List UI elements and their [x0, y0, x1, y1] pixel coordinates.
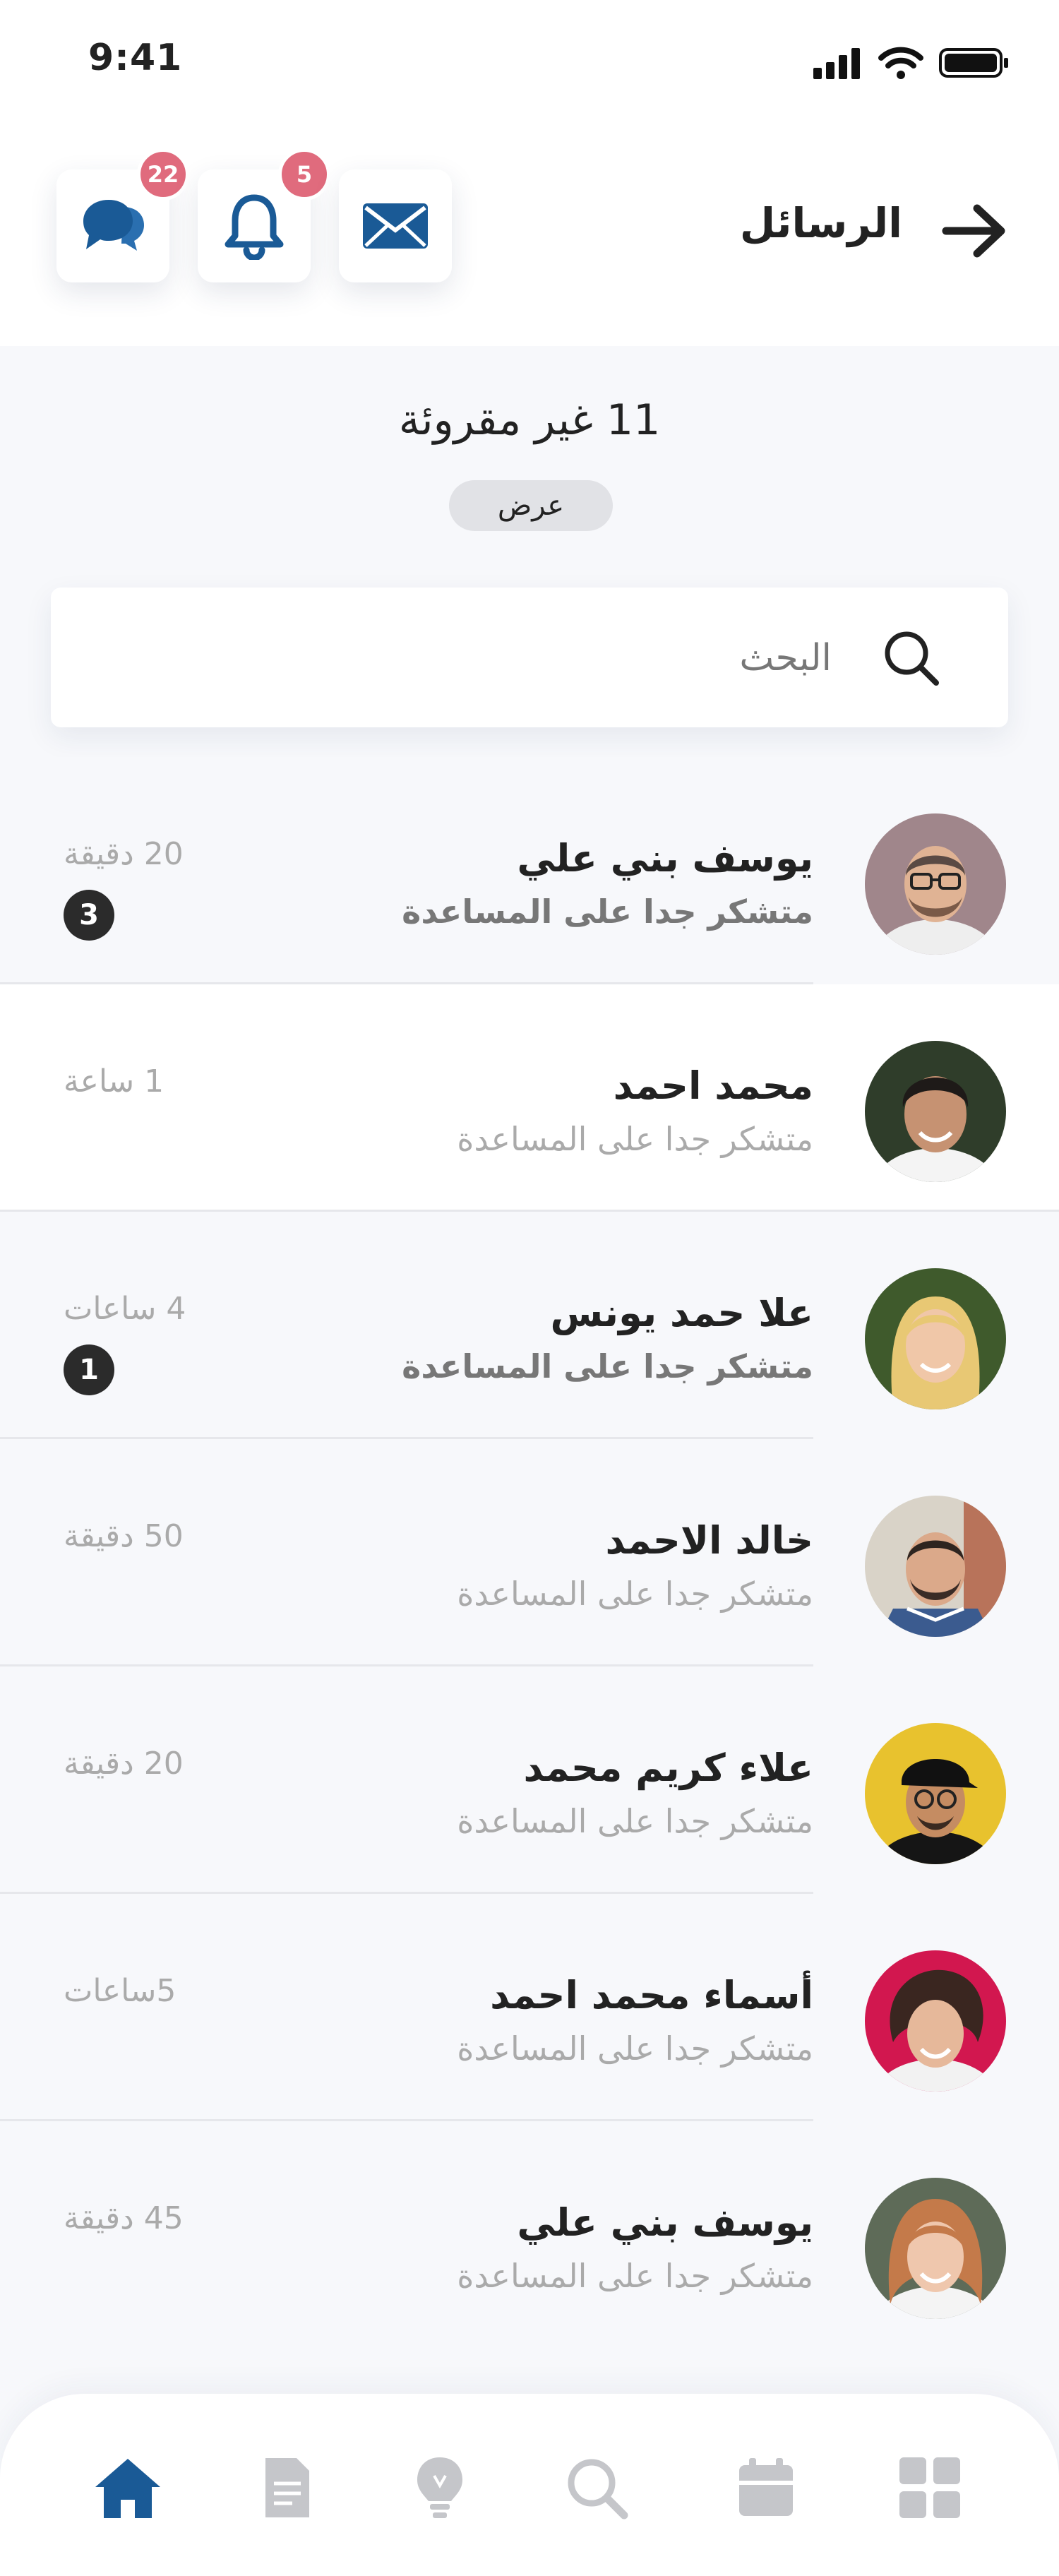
search-icon	[568, 2459, 628, 2520]
status-time: 9:41	[88, 37, 183, 79]
nav-documents[interactable]	[249, 2449, 326, 2527]
contact-name: أسماء محمد احمد	[490, 1973, 813, 2017]
conversation-row[interactable]: خالد الاحمد متشكر جدا على المساعدة 50 دق…	[0, 1439, 1059, 1666]
document-icon	[265, 2458, 309, 2517]
message-time: 45 دقيقة	[64, 2200, 184, 2236]
message-time: 5ساعات	[64, 1973, 176, 2009]
contact-name: خالد الاحمد	[605, 1518, 814, 1563]
last-message: متشكر جدا على المساعدة	[402, 1347, 813, 1385]
conversation-row[interactable]: محمد احمد متشكر جدا على المساعدة 1 ساعة	[0, 984, 1059, 1212]
avatar	[865, 1268, 1006, 1409]
contact-name: يوسف بني علي	[517, 2200, 813, 2245]
search-bar	[51, 588, 1008, 727]
last-message: متشكر جدا على المساعدة	[457, 1575, 813, 1613]
status-icons	[813, 47, 1010, 79]
nav-ideas[interactable]	[401, 2449, 479, 2527]
calendar-icon	[739, 2458, 793, 2516]
conversation-row[interactable]: يوسف بني علي متشكر جدا على المساعدة 45 د…	[0, 2121, 1059, 2349]
back-button[interactable]	[939, 199, 1010, 263]
status-bar: 9:41	[0, 0, 1059, 106]
bell-icon	[225, 194, 284, 260]
last-message: متشكر جدا على المساعدة	[457, 1120, 813, 1158]
unread-count: 11 غير مقروئة	[398, 395, 661, 445]
signal-icon	[813, 48, 860, 79]
contact-name: علاء كريم محمد	[523, 1746, 813, 1790]
last-message: متشكر جدا على المساعدة	[402, 893, 813, 931]
header: 22 5 الرسائل	[0, 106, 1059, 346]
chat-badge: 22	[137, 148, 189, 201]
nav-search[interactable]	[558, 2449, 635, 2527]
arrow-right-icon	[942, 204, 1005, 258]
bottom-nav	[0, 2394, 1059, 2576]
battery-icon	[939, 48, 1008, 78]
unread-badge: 3	[64, 890, 114, 941]
conversation-row[interactable]: أسماء محمد احمد متشكر جدا على المساعدة 5…	[0, 1894, 1059, 2121]
wifi-icon	[878, 47, 923, 79]
page-title: الرسائل	[739, 199, 902, 247]
conversation-row[interactable]: يوسف بني علي متشكر جدا على المساعدة 20 د…	[0, 757, 1059, 984]
conversation-row[interactable]: علاء كريم محمد متشكر جدا على المساعدة 20…	[0, 1666, 1059, 1894]
unread-badge: 1	[64, 1344, 114, 1395]
conversation-row[interactable]: علا حمد يونس متشكر جدا على المساعدة 4 سا…	[0, 1212, 1059, 1439]
contact-name: محمد احمد	[613, 1063, 813, 1108]
notifications-button[interactable]: 5	[198, 148, 330, 282]
avatar	[865, 1950, 1006, 2092]
grid-icon	[899, 2457, 960, 2518]
chat-button[interactable]: 22	[56, 148, 189, 282]
avatar	[865, 1041, 1006, 1182]
search-input[interactable]	[198, 623, 833, 693]
bell-badge: 5	[278, 148, 330, 201]
lightbulb-icon	[417, 2457, 462, 2518]
message-time: 50 دقيقة	[64, 1518, 184, 1554]
nav-grid[interactable]	[891, 2449, 969, 2527]
show-button[interactable]: عرض	[449, 480, 613, 531]
avatar	[865, 813, 1006, 955]
message-time: 4 ساعات	[64, 1291, 186, 1327]
last-message: متشكر جدا على المساعدة	[457, 1802, 813, 1840]
avatar	[865, 1496, 1006, 1637]
home-icon	[95, 2459, 160, 2518]
contact-name: يوسف بني علي	[517, 836, 813, 881]
message-time: 1 ساعة	[64, 1063, 164, 1099]
chat-bubbles-icon	[83, 200, 144, 251]
envelope-icon	[363, 203, 428, 249]
mail-button[interactable]	[339, 169, 452, 282]
message-time: 20 دقيقة	[64, 1746, 184, 1782]
contact-name: علا حمد يونس	[550, 1291, 813, 1335]
last-message: متشكر جدا على المساعدة	[457, 2257, 813, 2295]
nav-calendar[interactable]	[727, 2449, 805, 2527]
nav-home[interactable]	[89, 2449, 167, 2527]
search-icon	[885, 631, 939, 686]
avatar	[865, 2178, 1006, 2319]
avatar	[865, 1723, 1006, 1864]
message-time: 20 دقيقة	[64, 836, 184, 872]
conversation-list: يوسف بني علي متشكر جدا على المساعدة 20 د…	[0, 757, 1059, 2349]
last-message: متشكر جدا على المساعدة	[457, 2029, 813, 2068]
